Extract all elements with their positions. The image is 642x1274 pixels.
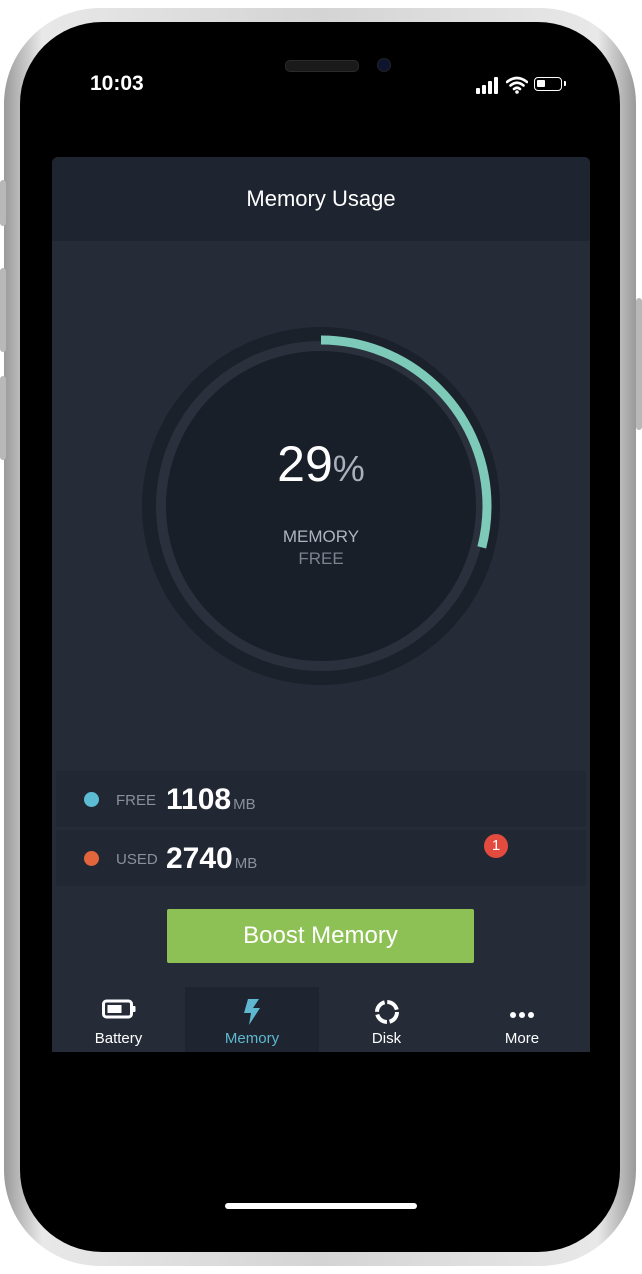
more-icon [510,1012,534,1018]
gauge-label-memory: MEMORY [282,527,360,546]
front-camera [377,58,391,72]
stat-free-label: FREE [116,792,157,809]
used-dot-icon [84,851,99,866]
earpiece-speaker [285,60,359,72]
disk-icon [374,1000,399,1024]
tab-more-label: More [504,1030,540,1047]
stat-row-used: USED 2740 MB [56,830,586,886]
side-button-power [636,298,642,430]
home-indicator[interactable] [225,1203,417,1209]
tab-bar: Battery Memory Disk More [52,987,590,1052]
stat-free-unit: MB [233,796,256,813]
memory-gauge: 29% MEMORY FREE [142,327,500,685]
tab-disk[interactable]: Disk [319,987,454,1052]
side-button-silent [0,180,6,226]
gauge-inner-disc [166,351,476,661]
tab-more[interactable]: More [454,987,590,1052]
lightning-icon [244,999,260,1025]
stat-used-label: USED [116,851,158,868]
free-dot-icon [84,792,99,807]
gauge-percent-value: 29 [277,436,333,492]
stat-used-unit: MB [234,855,258,872]
cellular-signal-icon [476,76,500,94]
gauge-svg [142,327,500,685]
status-battery-icon [534,77,566,91]
stat-used-value-wrap: 2740 MB [166,842,257,876]
tab-battery-label: Battery [94,1030,143,1047]
stat-used-value: 2740 [166,842,233,875]
tab-battery[interactable]: Battery [52,987,185,1052]
stat-free-value: 1108 [166,783,232,816]
tab-disk-label: Disk [371,1030,402,1047]
gauge-percent-unit: % [332,448,365,489]
app-screen: Memory Usage 29% MEMORY FREE FREE 1108 MB… [52,157,590,1052]
stat-row-free: FREE 1108 MB [56,771,586,827]
battery-icon [101,999,135,1019]
gauge-label-free: FREE [298,549,344,568]
more-notification-badge: 1 [484,834,508,858]
tab-memory[interactable]: Memory [185,987,319,1052]
gauge-percent: 29% [142,435,500,493]
page-title: Memory Usage [246,186,396,211]
nav-header: Memory Usage [52,157,590,241]
stat-free-value-wrap: 1108 MB [166,783,256,817]
wifi-icon [506,76,528,94]
tab-memory-label: Memory [224,1030,280,1047]
status-time: 10:03 [90,72,144,95]
boost-memory-button[interactable]: Boost Memory [167,909,474,963]
side-button-volume-up [0,268,6,352]
side-button-volume-down [0,376,6,460]
